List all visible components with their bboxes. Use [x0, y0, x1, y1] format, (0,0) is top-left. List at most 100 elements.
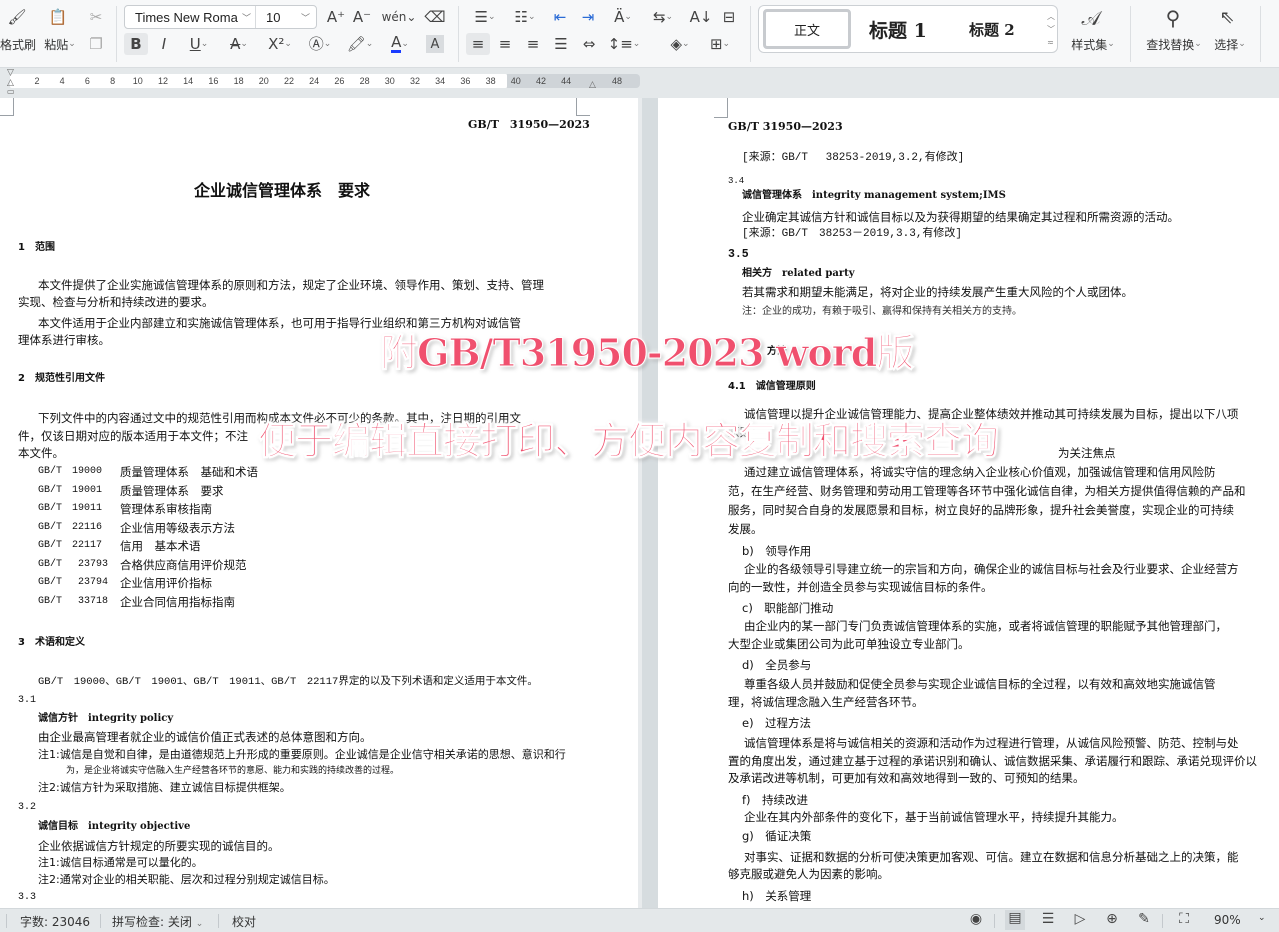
style-set-dropdown[interactable]: 样式集 ⌄ — [1066, 36, 1120, 52]
ruler-tick: 4 — [59, 76, 65, 86]
phonetic-guide-button[interactable]: wén⌄ — [382, 6, 417, 28]
status-bar: 字数: 23046 拼写检查: 关闭 ⌄ 校对 ◉ ▤ ☰ ▷ ⊕ ✎ ⛶ 90… — [0, 908, 1279, 932]
principle-title: h) 关系管理 — [742, 889, 812, 903]
distribute-button[interactable]: ⇔ — [578, 33, 600, 55]
gridlines-button[interactable]: ⊟ — [718, 6, 740, 28]
decrease-indent-button[interactable]: ⇤ — [550, 6, 570, 28]
find-replace-button[interactable]: ⚲ — [1160, 4, 1186, 32]
paste-label: 粘贴 — [44, 37, 69, 52]
spell-check-label: 拼写检查: 关闭 — [112, 915, 192, 929]
web-view-icon[interactable]: ⊕ — [1102, 911, 1122, 927]
style-set-button[interactable]: 𝒜 — [1076, 4, 1106, 32]
ruler-tick: 28 — [359, 76, 370, 86]
highlight-button[interactable]: 🖍 ⌄ — [344, 33, 376, 55]
paragraph-line: 由企业内的某一部门专门负责诚信管理体系的实施，或者将诚信管理的职能赋予其他管理部… — [744, 619, 1227, 633]
principle-title: f) 持续改进 — [742, 793, 809, 807]
first-indent-marker[interactable]: ▽ — [7, 68, 14, 78]
ruler-tick: 44 — [561, 76, 572, 86]
paragraph-line: 下列文件中的内容通过文中的规范性引用而构成本文件必不可少的条款。其中，注日期的引… — [38, 411, 521, 425]
find-replace-dropdown[interactable]: 查找替换 ⌄ — [1140, 36, 1208, 52]
bullet-list-button[interactable]: ☰ ⌄ — [470, 6, 500, 28]
term-number: 3.4 — [728, 176, 745, 186]
scissors-icon: ✂ — [89, 7, 103, 26]
shrink-font-button[interactable]: A⁻ — [352, 6, 372, 28]
reference-title: 企业信用等级表示方法 — [120, 520, 235, 535]
gallery-scroll[interactable]: ︿ ﹀ ≂ — [1047, 10, 1055, 49]
char-spacing-button[interactable]: Ä ⌄ — [608, 6, 638, 28]
justify-button[interactable]: ☰ — [550, 33, 572, 55]
cut-button[interactable]: ✂ — [86, 6, 106, 28]
align-center-button[interactable]: ≡ — [494, 33, 516, 55]
zoom-dropdown-icon[interactable]: ⌄ — [1258, 913, 1266, 923]
sort-button[interactable]: A↓ — [690, 6, 713, 28]
borders-button[interactable]: ⊞ ⌄ — [704, 33, 736, 55]
grow-font-button[interactable]: A⁺ — [326, 6, 346, 28]
chevron-up-icon[interactable]: ︿ — [1047, 10, 1055, 23]
pen-icon[interactable]: ✎ — [1134, 911, 1154, 927]
font-name-dropdown[interactable]: Times New Roma ﹀ — [125, 6, 256, 28]
chevron-down-icon[interactable]: ﹀ — [1047, 23, 1055, 36]
align-left-button[interactable]: ≡ — [466, 33, 490, 55]
align-left-icon: ≡ — [471, 34, 485, 53]
outline-view-icon[interactable]: ☰ — [1038, 911, 1058, 927]
reference-code: GB/T 23794 — [38, 577, 109, 588]
page-scrollbar[interactable] — [638, 98, 642, 908]
ruler-tick: 26 — [334, 76, 345, 86]
reference-title: 合格供应商信用评价规范 — [120, 557, 247, 572]
italic-button[interactable]: I — [154, 33, 174, 55]
reading-mode-icon[interactable]: ◉ — [966, 911, 986, 927]
line-spacing-button[interactable]: ↕≡ ⌄ — [608, 33, 641, 55]
spell-check-toggle[interactable]: 拼写检查: 关闭 ⌄ — [112, 913, 203, 930]
proofread-button[interactable]: 校对 — [232, 913, 256, 930]
format-painter-button[interactable]: 🖌 — [2, 6, 32, 28]
play-icon[interactable]: ▷ — [1070, 911, 1090, 927]
style-heading-1[interactable]: 标题 1 — [869, 16, 927, 43]
term-definition: 企业确定其诚信方针和诚信目标以及为获得期望的结果确定其过程和所需资源的活动。 — [742, 210, 1179, 224]
horizontal-ruler[interactable]: ▽ △ ▭ △ 2 4 6 8 10 12 14 16 18 20 22 24 26 28 30 32 34 36… — [0, 68, 1279, 98]
font-color-button[interactable]: A ⌄ — [384, 33, 416, 55]
paint-bucket-icon: ◈ — [670, 34, 682, 53]
select-dropdown[interactable]: 选择 ⌄ — [1210, 36, 1250, 52]
align-right-button[interactable]: ≡ — [522, 33, 544, 55]
reference-code: GB/T 22116 — [38, 521, 103, 533]
reference-title: 管理体系审核指南 — [120, 502, 212, 516]
clear-format-button[interactable]: ⌫ — [424, 6, 446, 28]
underline-button[interactable]: U ⌄ — [184, 33, 214, 55]
page-view-icon[interactable]: ▤ — [1005, 910, 1025, 930]
document-page-1[interactable]: GB/T 31950—2023 企业诚信管理体系 要求 1 范围 本文件提供了企… — [0, 98, 642, 908]
principle-title: 为关注焦点 — [1058, 446, 1116, 460]
style-heading-2[interactable]: 标题 2 — [969, 19, 1015, 40]
bold-icon: B — [130, 34, 142, 53]
gallery-expand-icon[interactable]: ≂ — [1047, 36, 1055, 49]
font-size-dropdown[interactable]: 10 ﹀ — [256, 6, 316, 28]
fit-page-icon[interactable]: ⛶ — [1174, 911, 1194, 927]
page-header: GB/T 31950—2023 — [468, 118, 590, 131]
shading-button[interactable]: ◈ ⌄ — [664, 33, 696, 55]
select-button[interactable]: ⇖ — [1214, 4, 1240, 32]
zoom-level[interactable]: 90% — [1214, 913, 1241, 927]
right-indent-marker[interactable]: △ — [589, 80, 596, 90]
term-note: 注2:通常对企业的相关职能、层次和过程分别规定诚信目标。 — [38, 873, 335, 886]
char-shading-button[interactable]: A — [426, 35, 444, 53]
increase-indent-button[interactable]: ⇥ — [578, 6, 598, 28]
text-effect-button[interactable]: Ⓐ ⌄ — [304, 33, 336, 55]
document-page-2[interactable]: GB/T 31950—2023 [来源：GB/T 38253-2019,3.2,… — [658, 98, 1279, 908]
numbered-list-button[interactable]: ☷ ⌄ — [510, 6, 540, 28]
paragraph-line: 范，在生产经营、财务管理和劳动用工管理等各环节中强化诚信自律，为相关方提供值得信… — [728, 484, 1246, 498]
term-definition: 若其需求和期望未能满足，将对企业的持续发展产生重大风险的个人或团体。 — [742, 285, 1133, 299]
paragraph-line: 实现、检查与分析和持续改进的要求。 — [18, 295, 214, 309]
superscript-button[interactable]: X² ⌄ — [264, 33, 296, 55]
bold-button[interactable]: B — [124, 33, 148, 55]
left-indent-marker[interactable]: ▭ — [7, 87, 15, 96]
paste-button[interactable]: 📋 — [46, 6, 70, 28]
clipboard-icon: 📋 — [48, 7, 68, 26]
paste-dropdown[interactable]: 粘贴 ⌄ — [40, 36, 80, 52]
word-count[interactable]: 字数: 23046 — [20, 913, 90, 930]
font-selector: Times New Roma ﹀ 10 ﹀ — [124, 5, 317, 29]
strikethrough-button[interactable]: A ⌄ — [224, 33, 254, 55]
font-name-value: Times New Roma — [135, 9, 238, 25]
copy-button[interactable]: ❐ — [86, 34, 106, 54]
eraser-icon: ⌫ — [424, 7, 446, 26]
style-normal[interactable]: 正文 — [763, 9, 851, 49]
text-direction-button[interactable]: ⇆ ⌄ — [648, 6, 678, 28]
